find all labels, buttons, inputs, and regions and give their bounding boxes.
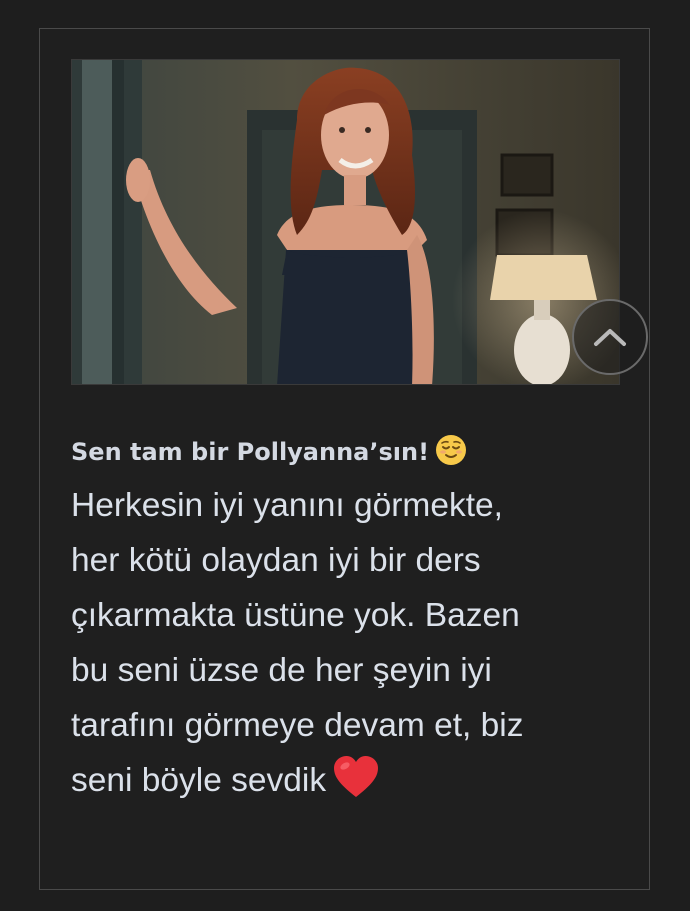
description-line: çıkarmakta üstüne yok. Bazen xyxy=(71,597,520,634)
description-line: Herkesin iyi yanını görmekte, xyxy=(71,487,503,524)
scroll-to-top-button[interactable] xyxy=(572,299,648,375)
description-line: her kötü olaydan iyi bir ders xyxy=(71,542,481,579)
result-photo xyxy=(71,59,620,385)
photo-illustration xyxy=(72,60,619,384)
result-caption: Sen tam bir Pollyanna’sın! Herkesin iyi … xyxy=(71,432,631,816)
result-description: Herkesin iyi yanını görmekte, her kötü o… xyxy=(71,478,631,816)
chevron-up-icon xyxy=(594,329,626,346)
description-line: seni böyle sevdik xyxy=(71,762,327,799)
relieved-face-emoji-icon xyxy=(435,434,467,478)
description-line: tarafını görmeye devam et, biz xyxy=(71,707,524,744)
red-heart-emoji-icon xyxy=(332,755,380,816)
result-heading: Sen tam bir Pollyanna’sın! xyxy=(71,432,631,478)
heading-text: Sen tam bir Pollyanna’sın! xyxy=(71,438,430,466)
description-line: bu seni üzse de her şeyin iyi xyxy=(71,652,492,689)
